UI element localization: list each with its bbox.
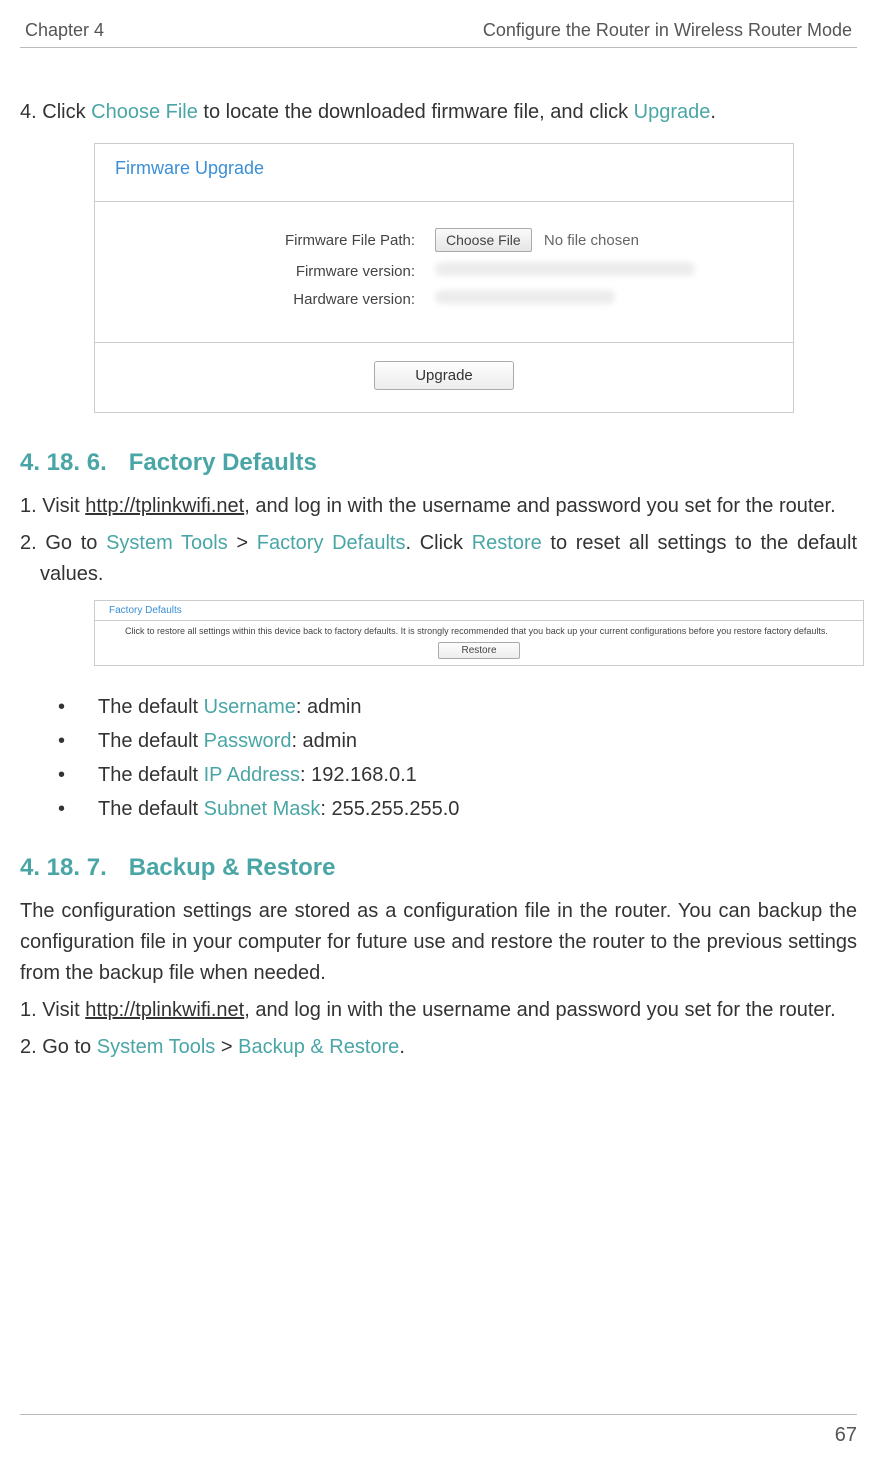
step-number: 1. [20,495,42,517]
defaults-list: • The default Username: admin • The defa… [58,690,857,826]
footer-divider [20,1414,857,1415]
text: Go to [42,1036,96,1058]
text: . [710,101,716,123]
section-number: 4. 18. 6. [20,449,107,476]
section6-step2: 2. Go to System Tools > Factory Defaults… [20,528,857,590]
firmware-file-path-label: Firmware File Path: [115,232,435,249]
list-item: • The default IP Address: 192.168.0.1 [58,758,857,792]
bullet-icon: • [58,724,98,758]
text: The default [98,764,204,786]
text: > [215,1036,238,1058]
value: : 192.168.0.1 [300,764,417,786]
term: Subnet Mask [204,798,321,820]
backup-restore-text: Backup & Restore [238,1036,399,1058]
factory-defaults-description: Click to restore all settings within thi… [125,626,828,636]
step-number: 1. [20,999,42,1021]
step-number: 2. [20,532,45,554]
text: Click [42,101,91,123]
section6-step1: 1. Visit http://tplinkwifi.net, and log … [20,491,857,522]
value: : 255.255.255.0 [320,798,459,820]
factory-defaults-text: Factory Defaults [257,532,406,554]
step-number: 4. [20,101,42,123]
section-4-18-7-heading: 4. 18. 7. Backup & Restore [20,854,857,882]
term: IP Address [204,764,300,786]
step-number: 2. [20,1036,42,1058]
hardware-version-label: Hardware version: [115,291,435,308]
system-tools-text: System Tools [97,1036,216,1058]
term: Username [204,696,296,718]
no-file-chosen-text: No file chosen [544,232,639,249]
section-number: 4. 18. 7. [20,854,107,881]
restore-text: Restore [472,532,542,554]
section7-step2: 2. Go to System Tools > Backup & Restore… [20,1032,857,1063]
header-divider [20,47,857,48]
text: , and log in with the username and passw… [244,999,835,1021]
section7-step1: 1. Visit http://tplinkwifi.net, and log … [20,995,857,1026]
restore-button[interactable]: Restore [438,642,519,659]
firmware-upgrade-screenshot: Firmware Upgrade Firmware File Path: Cho… [94,143,794,413]
term: Password [204,730,292,752]
tplinkwifi-link[interactable]: http://tplinkwifi.net [85,999,244,1021]
text: Go to [45,532,106,554]
text: Visit [42,495,85,517]
section-4-18-6-heading: 4. 18. 6. Factory Defaults [20,449,857,477]
hardware-version-value [435,290,615,304]
text: , and log in with the username and passw… [244,495,835,517]
firmware-version-label: Firmware version: [115,263,435,280]
list-item: • The default Password: admin [58,724,857,758]
panel-title: Firmware Upgrade [95,144,793,202]
bullet-icon: • [58,792,98,826]
factory-defaults-screenshot: Factory Defaults Click to restore all se… [94,600,864,666]
text: The default [98,696,204,718]
text: The default [98,798,204,820]
text: > [228,532,257,554]
panel-title: Factory Defaults [95,601,863,621]
upgrade-text: Upgrade [634,101,711,123]
text: The default [98,730,204,752]
section-title: Factory Defaults [129,449,317,476]
step-4: 4. Click Choose File to locate the downl… [20,98,857,127]
value: : admin [291,730,357,752]
bullet-icon: • [58,758,98,792]
page-number: 67 [835,1424,857,1447]
choose-file-button[interactable]: Choose File [435,228,532,252]
section7-paragraph: The configuration settings are stored as… [20,896,857,989]
firmware-version-value [435,262,695,276]
text: . Click [405,532,471,554]
text: . [399,1036,405,1058]
upgrade-button[interactable]: Upgrade [374,361,514,390]
choose-file-text: Choose File [91,101,198,123]
list-item: • The default Subnet Mask: 255.255.255.0 [58,792,857,826]
value: : admin [296,696,362,718]
text: to locate the downloaded firmware file, … [198,101,634,123]
list-item: • The default Username: admin [58,690,857,724]
header-title: Configure the Router in Wireless Router … [483,20,852,41]
system-tools-text: System Tools [106,532,228,554]
chapter-label: Chapter 4 [25,20,104,41]
section-title: Backup & Restore [129,854,336,881]
text: Visit [42,999,85,1021]
tplinkwifi-link[interactable]: http://tplinkwifi.net [85,495,244,517]
bullet-icon: • [58,690,98,724]
